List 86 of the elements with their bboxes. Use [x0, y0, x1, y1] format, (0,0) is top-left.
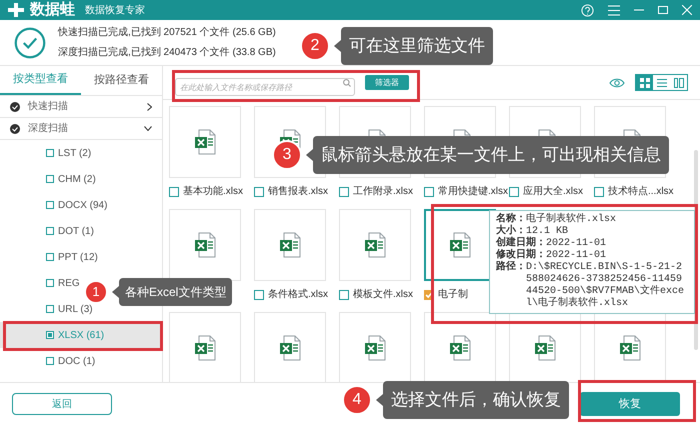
file-name: 应用大全.xlsx	[523, 184, 583, 199]
chevron-right-icon	[147, 102, 152, 110]
file-type-label: PPT (12)	[58, 250, 98, 264]
file-type-item[interactable]: LST (2)	[0, 140, 162, 166]
file-type-label: URL (3)	[58, 302, 93, 316]
file-type-label: CHM (2)	[58, 172, 96, 186]
annotation-tooltip: 鼠标箭头悬放在某一文件上，可出现相关信息	[306, 136, 669, 174]
file-type-item[interactable]: DOT (1)	[0, 218, 162, 244]
grid-view-icon	[640, 78, 650, 88]
file-type-item[interactable]: DOC (1)	[0, 348, 162, 374]
file-name: 技术特点...xlsx	[608, 184, 674, 199]
check-circle-icon	[14, 26, 46, 58]
checkbox[interactable]	[46, 201, 54, 209]
file-type-item[interactable]: DOCX (94)	[0, 192, 162, 218]
preview-eye-icon[interactable]	[609, 78, 625, 88]
view-toggle[interactable]	[636, 75, 653, 90]
scan-result-text: 深度扫描已完成,已找到 240473 个文件 (33.8 GB)	[58, 46, 276, 60]
checkbox[interactable]	[46, 279, 54, 287]
app-subtitle: 数据恢复专家	[85, 4, 145, 18]
info-value: 电子制表软件.xlsx	[526, 214, 616, 226]
file-name: 常用快捷键.xlsx	[438, 184, 508, 199]
checkbox[interactable]	[46, 175, 54, 183]
file-type-label: LST (2)	[58, 146, 92, 160]
scan-group-row[interactable]: 快速扫描	[0, 96, 162, 118]
step-number-tooltip: 3	[272, 140, 302, 170]
minimize-icon[interactable]	[634, 9, 644, 11]
chevron-down-icon	[144, 126, 152, 131]
info-value: 12.1 KB	[526, 226, 568, 237]
checkbox[interactable]	[339, 186, 349, 196]
search-icon	[343, 78, 351, 86]
file-name: 模板文件.xlsx	[353, 288, 413, 302]
file-name: 电子制	[438, 288, 468, 302]
checkbox[interactable]	[509, 186, 519, 196]
checkbox[interactable]	[594, 186, 604, 196]
info-value: 2022-11-01	[546, 238, 606, 250]
info-label: 创建日期：	[496, 238, 546, 249]
plus-logo-icon	[8, 3, 26, 17]
help-icon[interactable]	[581, 4, 594, 16]
scan-result-text: 快速扫描已完成,已找到 207521 个文件 (25.6 GB)	[58, 26, 276, 40]
scan-group-label: 快速扫描	[28, 100, 68, 114]
checkbox[interactable]	[169, 186, 179, 196]
info-label: 大小：	[496, 226, 526, 237]
checkbox[interactable]	[424, 186, 434, 196]
file-name: 条件格式.xlsx	[268, 288, 328, 302]
checkbox[interactable]	[339, 290, 349, 300]
search-field[interactable]: 在此处输入文件名称或保存路径	[175, 78, 355, 96]
step-number-tooltip: 1	[84, 280, 108, 304]
check-badge-icon	[10, 102, 20, 112]
info-value: D:\$RECYCLE.BIN\S-1-5-21-2588024626-3738252456-1145944520-500\$RV7FMAB\文件excel\电子制表软件.xlsx	[526, 262, 686, 310]
file-name: 基本功能.xlsx	[183, 184, 243, 199]
checkbox[interactable]	[46, 149, 54, 157]
file-name: 工作附录.xlsx	[353, 185, 413, 199]
annotation-tooltip: 选择文件后，确认恢复	[376, 381, 569, 418]
checkbox[interactable]	[46, 305, 54, 313]
info-label: 名称：	[496, 214, 526, 225]
menu-icon[interactable]	[608, 4, 620, 16]
file-type-label: XLSX (61)	[58, 328, 104, 342]
checkbox[interactable]	[46, 253, 54, 261]
checkbox[interactable]	[254, 186, 264, 196]
file-type-label: DOT (1)	[58, 224, 94, 238]
file-type-label: REG	[58, 276, 80, 290]
step-number-tooltip: 4	[342, 384, 372, 415]
step-number-tooltip: 2	[300, 30, 330, 61]
scan-group-label: 深度扫描	[28, 122, 68, 136]
info-label: 路径：	[496, 262, 526, 275]
check-badge-icon	[10, 124, 20, 134]
annotation-tooltip: 各种Excel文件类型	[112, 278, 232, 306]
file-type-item[interactable]: CHM (2)	[0, 166, 162, 192]
file-type-label: DOCX (94)	[58, 198, 108, 212]
annotation-tooltip: 可在这里筛选文件	[334, 27, 493, 64]
info-label: 修改日期：	[496, 250, 546, 261]
checkbox[interactable]	[46, 227, 54, 235]
file-type-label: DOC (1)	[58, 354, 96, 368]
file-type-item[interactable]: PPT (12)	[0, 244, 162, 270]
scan-group-row[interactable]: 深度扫描	[0, 118, 162, 140]
maximize-icon[interactable]	[658, 6, 668, 14]
detail-view-icon	[674, 78, 684, 88]
checkbox[interactable]	[46, 331, 54, 339]
checkbox[interactable]	[254, 290, 264, 300]
file-name: 销售报表.xlsx	[268, 184, 328, 199]
sidebar-tab[interactable]: 按路径查看	[81, 66, 162, 95]
info-value: 2022-11-01	[546, 250, 606, 262]
checkbox[interactable]	[46, 357, 54, 365]
app-logo-text: 数据蛙	[30, 0, 75, 20]
list-view-icon	[656, 78, 666, 88]
close-icon[interactable]	[682, 5, 692, 15]
